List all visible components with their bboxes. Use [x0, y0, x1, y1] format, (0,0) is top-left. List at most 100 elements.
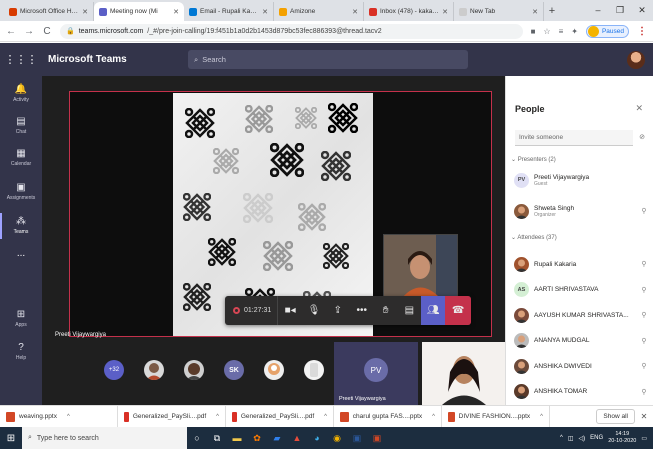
forward-icon[interactable]: → [24, 26, 34, 37]
invite-input[interactable]: Invite someone [515, 130, 633, 146]
show-all-button[interactable]: Show all [596, 409, 635, 424]
download-item[interactable]: Generalized_PaySli....pdf ^ [226, 405, 334, 428]
share-invite-icon[interactable]: ⊘ [639, 133, 645, 141]
participant-row[interactable]: PV Preeti Vijaywargiya Guest [514, 170, 649, 190]
browser-tab[interactable]: Microsoft Office Hom ✕ [4, 2, 94, 21]
browser-tab[interactable]: New Tab ✕ [454, 2, 544, 21]
more-actions-icon[interactable]: ••• [350, 296, 374, 325]
participant-row[interactable]: ANSHIKA DWIVEDI ⚲ [514, 356, 649, 376]
share-screen-icon[interactable]: ⇪ [326, 296, 350, 325]
participant-video-tile[interactable] [422, 342, 505, 405]
rail-item-more[interactable]: ... [0, 248, 42, 259]
tab-close-icon[interactable]: ✕ [82, 8, 88, 16]
camera-blocked-icon[interactable]: ■ [531, 27, 536, 36]
app-launcher-icon[interactable]: ⋮⋮⋮ [0, 53, 42, 66]
bookmark-star-icon[interactable]: ☆ [543, 27, 550, 36]
search-box[interactable]: ⌕ Search [188, 50, 468, 69]
powerpoint-icon[interactable]: ▣ [367, 427, 387, 449]
participant-avatar[interactable] [184, 360, 204, 380]
minimize-icon[interactable]: – [587, 0, 609, 21]
paint-icon[interactable]: ✿ [247, 427, 267, 449]
participant-row[interactable]: AS AARTI SHRIVASTAVA ⚲ [514, 280, 649, 300]
download-options-icon[interactable]: ^ [216, 414, 219, 420]
rail-item-teams[interactable]: ⁂ Teams [0, 213, 42, 239]
tab-close-icon[interactable]: ✕ [532, 8, 538, 16]
tab-close-icon[interactable]: ✕ [262, 8, 268, 16]
attendees-header[interactable]: ⌄ Attendees (37) [511, 234, 557, 241]
windows-start-icon[interactable]: ⊞ [0, 433, 22, 444]
more-participants-badge[interactable]: +32 [104, 360, 124, 380]
participant-avatar[interactable] [264, 360, 284, 380]
file-explorer-icon[interactable]: ▬ [227, 427, 247, 449]
participant-row[interactable]: Shweta Singh Organizer ⚲ [514, 201, 649, 221]
notifications-icon[interactable]: ▭ [641, 435, 647, 442]
chrome-icon[interactable]: ◉ [327, 427, 347, 449]
participant-avatar[interactable] [304, 360, 324, 380]
browser-tab[interactable]: Inbox (478) - kakaria ✕ [364, 2, 454, 21]
tab-close-icon[interactable]: ✕ [173, 8, 179, 16]
hang-up-button[interactable]: ☎ [445, 296, 471, 325]
download-options-icon[interactable]: ^ [432, 414, 435, 420]
language-indicator[interactable]: ENG [590, 435, 603, 441]
download-item[interactable]: charul gupta FAS....pptx ^ [334, 405, 442, 428]
network-icon[interactable]: ◫ [568, 435, 574, 442]
chat-toggle-icon[interactable]: ▤ [397, 296, 421, 325]
browser-tab[interactable]: Meeting now (Mi ✕ [94, 2, 184, 21]
camera-toggle-icon[interactable]: ■◂ [278, 296, 302, 325]
participant-row[interactable]: AAYUSH KUMAR SHRIVASTA... ⚲ [514, 305, 649, 325]
browser-tab[interactable]: Amizone ✕ [274, 2, 364, 21]
browser-tab[interactable]: Email - Rupali Kakaria ✕ [184, 2, 274, 21]
download-options-icon[interactable]: ^ [67, 414, 70, 420]
close-window-icon[interactable]: ✕ [631, 0, 653, 21]
participant-text: AAYUSH KUMAR SHRIVASTA... [534, 312, 634, 319]
mic-muted-icon[interactable]: 🎙︎ [302, 296, 326, 325]
download-item[interactable]: weaving.pptx ^ [0, 405, 118, 428]
media-icon[interactable]: ≡ [559, 27, 564, 36]
download-options-icon[interactable]: ^ [540, 414, 543, 420]
rail-item-activity[interactable]: 🔔 Activity [0, 84, 42, 103]
browser-menu-icon[interactable]: ⋮ [637, 26, 647, 37]
download-item[interactable]: Generalized_PaySli....pdf ^ [118, 405, 226, 428]
volume-icon[interactable]: ◁) [579, 435, 586, 442]
profile-button[interactable]: Paused [585, 24, 629, 38]
reload-icon[interactable]: C [42, 26, 52, 37]
task-view-icon[interactable]: ⧉ [207, 427, 227, 449]
close-downloads-icon[interactable]: ✕ [635, 412, 653, 421]
participant-avatar[interactable] [144, 360, 164, 380]
participant-row[interactable]: Rupali Kakaria ⚲ [514, 254, 649, 274]
participant-row[interactable]: ANANYA MUDGAL ⚲ [514, 331, 649, 351]
rail-item-calendar[interactable]: ▦ Calendar [0, 148, 42, 167]
self-video[interactable] [383, 234, 458, 297]
participants-toggle-icon[interactable]: 👥︎ [421, 296, 446, 325]
mail-icon[interactable]: ▲ [287, 427, 307, 449]
participant-row[interactable]: ANSHIKA TOMAR ⚲ [514, 382, 649, 402]
participant-initials-avatar[interactable]: SK [224, 360, 244, 380]
maximize-icon[interactable]: ❐ [609, 0, 631, 21]
edge-icon[interactable]: ◕ [307, 427, 327, 449]
system-clock[interactable]: 14:19 20-10-2020 [608, 431, 636, 445]
store-icon[interactable]: ▰ [267, 427, 287, 449]
participant-text: Preeti Vijaywargiya Guest [534, 174, 649, 187]
cortana-icon[interactable]: ○ [187, 427, 207, 449]
extensions-icon[interactable]: ✦ [571, 27, 578, 36]
download-options-icon[interactable]: ^ [324, 414, 327, 420]
participant-tile[interactable]: PV Preeti Vijaywargiya [334, 342, 418, 405]
new-tab-button[interactable]: + [544, 2, 560, 21]
rail-item-assignments[interactable]: ▣ Assignments [0, 182, 42, 201]
participant-text: ANSHIKA TOMAR [534, 388, 634, 395]
rail-item-apps[interactable]: ⊞ Apps [0, 309, 42, 328]
rail-item-help[interactable]: ? Help [0, 342, 42, 361]
tab-close-icon[interactable]: ✕ [352, 8, 358, 16]
address-bar[interactable]: 🔒 teams.microsoft.com/_#/pre-join-callin… [60, 23, 523, 39]
tray-expand-icon[interactable]: ^ [560, 435, 563, 441]
taskbar-search[interactable]: ⌕ Type here to search [22, 427, 187, 449]
presenters-header[interactable]: ⌄ Presenters (2) [511, 156, 556, 163]
user-avatar[interactable] [627, 50, 645, 69]
close-panel-icon[interactable]: ✕ [635, 103, 643, 114]
download-item[interactable]: DIVINE FASHION....pptx ^ [442, 405, 550, 428]
back-icon[interactable]: ← [6, 26, 16, 37]
rail-item-chat[interactable]: ▤ Chat [0, 116, 42, 135]
tab-close-icon[interactable]: ✕ [442, 8, 448, 16]
raise-hand-icon[interactable]: ✋︎ [374, 296, 398, 325]
word-icon[interactable]: ▣ [347, 427, 367, 449]
